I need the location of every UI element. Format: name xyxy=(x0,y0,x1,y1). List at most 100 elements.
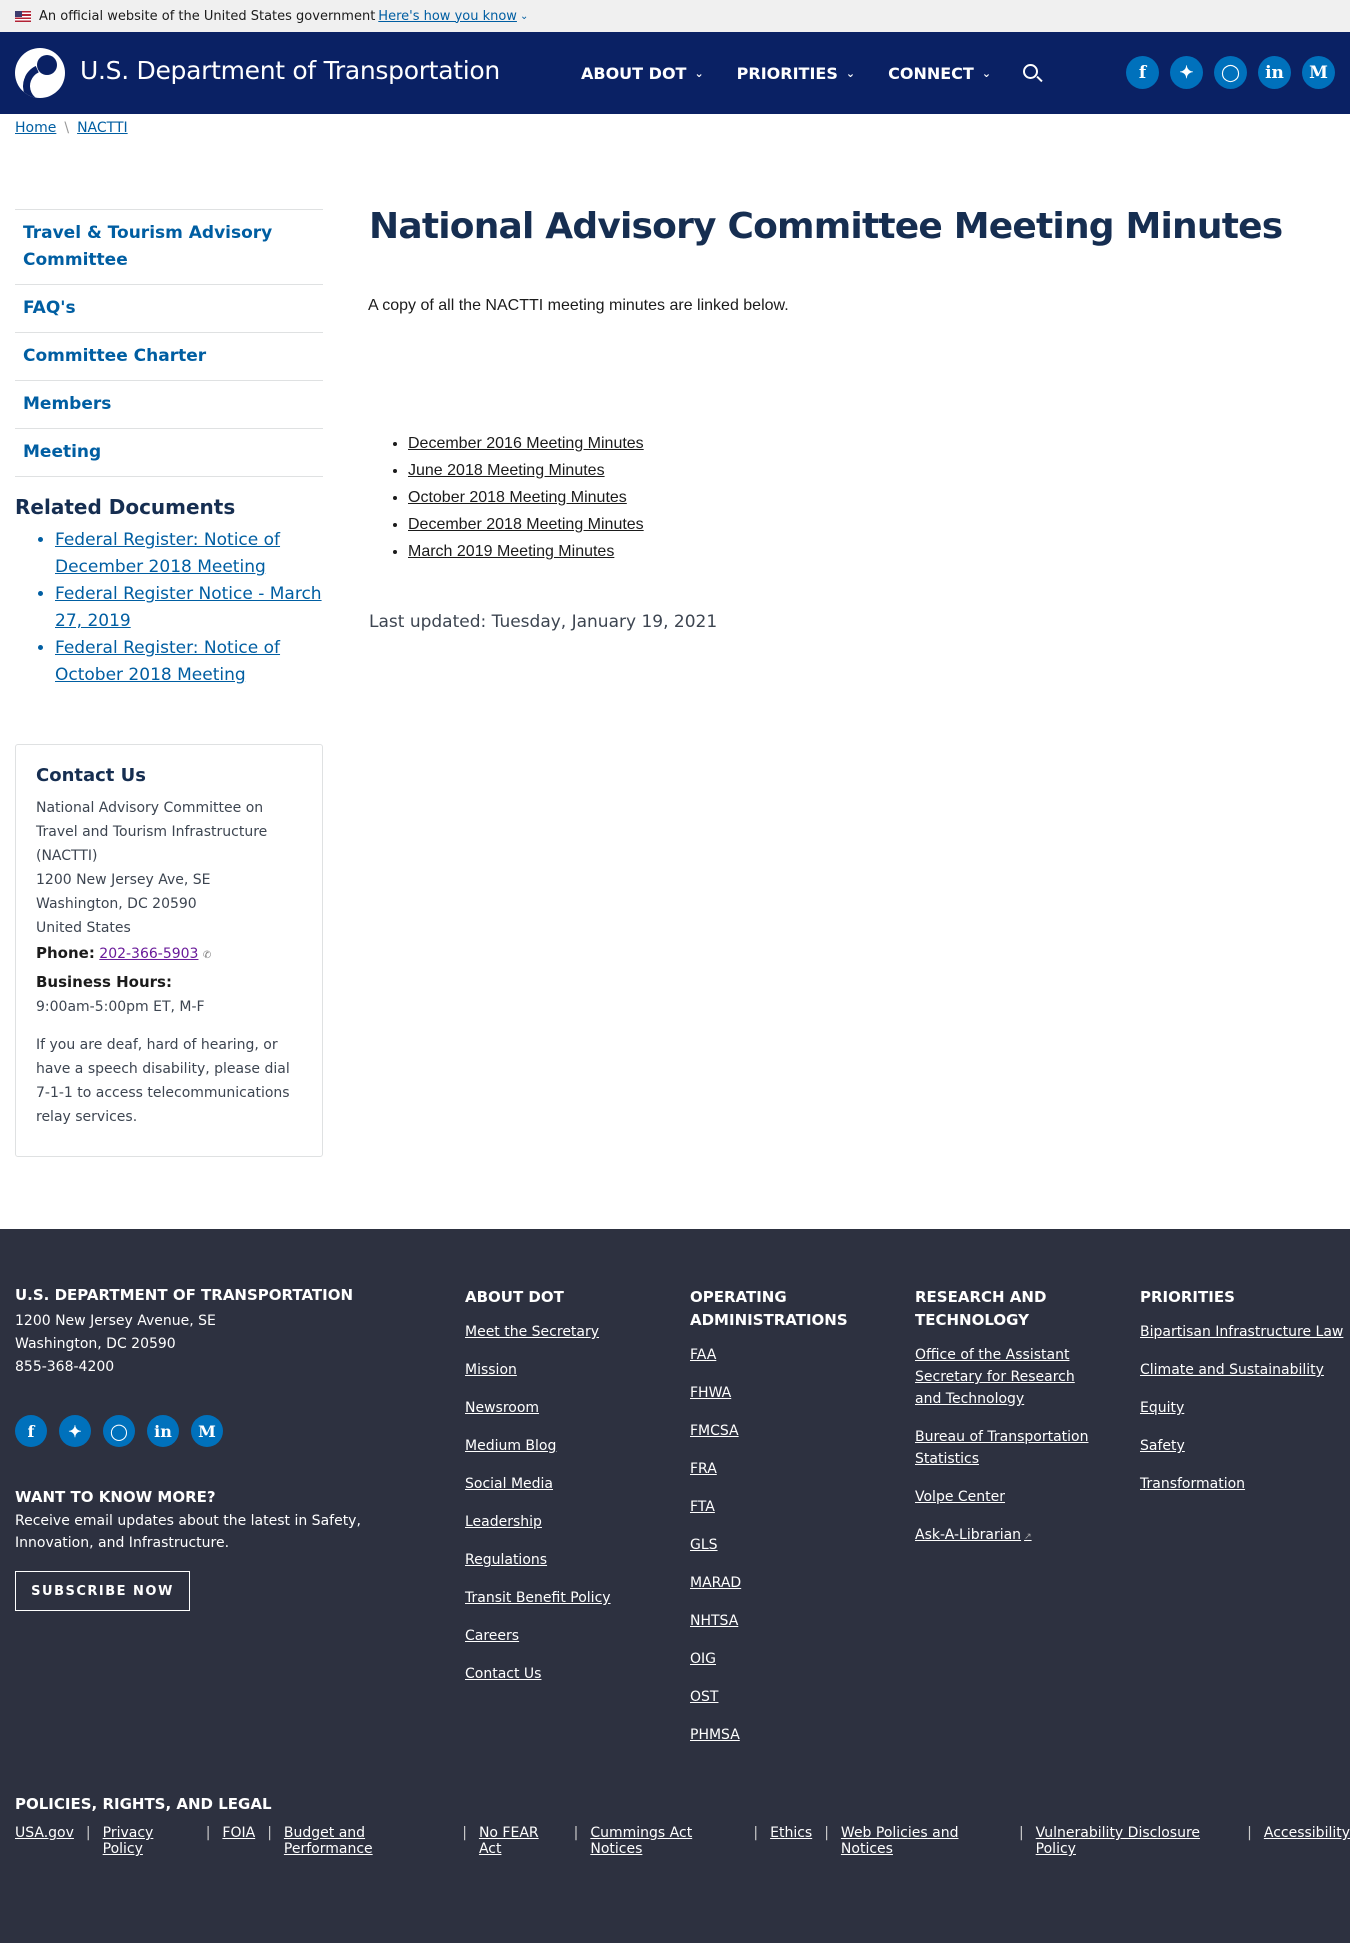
policy-link[interactable]: No FEAR Act xyxy=(479,1825,562,1857)
related-doc-link[interactable]: Federal Register Notice - March 27, 2019 xyxy=(55,584,322,631)
footer-link[interactable]: FMCSA xyxy=(690,1420,860,1442)
instagram-icon[interactable]: ◯ xyxy=(1214,56,1247,89)
minutes-link[interactable]: December 2018 Meeting Minutes xyxy=(408,516,644,533)
chevron-down-icon: ⌄ xyxy=(845,66,856,80)
last-updated: Last updated: Tuesday, January 19, 2021 xyxy=(369,612,718,632)
related-doc-link[interactable]: Federal Register: Notice of December 201… xyxy=(55,530,280,577)
list-item: Federal Register: Notice of October 2018… xyxy=(55,635,325,689)
chevron-down-icon: ⌄ xyxy=(981,66,992,80)
footer-link[interactable]: PHMSA xyxy=(690,1724,860,1746)
footer-link[interactable]: Ask-A-Librarian ↗ xyxy=(915,1524,1100,1548)
footer-link[interactable]: OST xyxy=(690,1686,860,1708)
policy-link[interactable]: Vulnerability Disclosure Policy xyxy=(1036,1825,1235,1857)
footer-link[interactable]: Medium Blog xyxy=(465,1435,665,1457)
contact-title: Contact Us xyxy=(36,765,147,786)
sidebar-item-meeting[interactable]: Meeting xyxy=(15,429,323,477)
footer-link[interactable]: Newsroom xyxy=(465,1397,665,1419)
minutes-link[interactable]: December 2016 Meeting Minutes xyxy=(408,435,644,452)
footer-org-title: U.S. DEPARTMENT OF TRANSPORTATION xyxy=(15,1286,354,1304)
footer-link[interactable]: FAA xyxy=(690,1344,860,1366)
site-footer: U.S. DEPARTMENT OF TRANSPORTATION 1200 N… xyxy=(0,1229,1350,1943)
footer-link[interactable]: FHWA xyxy=(690,1382,860,1404)
policy-link[interactable]: Web Policies and Notices xyxy=(841,1825,1007,1857)
footer-link[interactable]: Transit Benefit Policy xyxy=(465,1587,665,1609)
footer-social-links: f ✦ ◯ in M xyxy=(15,1415,235,1447)
footer-link[interactable]: Climate and Sustainability xyxy=(1140,1359,1345,1381)
breadcrumb-home[interactable]: Home xyxy=(15,120,56,136)
contact-org: National Advisory Committee on Travel an… xyxy=(36,800,268,864)
footer-link[interactable]: Equity xyxy=(1140,1397,1345,1419)
nav-connect[interactable]: CONNECT ⌄ xyxy=(888,64,991,83)
facebook-icon[interactable]: f xyxy=(1126,56,1159,89)
policy-link[interactable]: USA.gov xyxy=(15,1825,74,1857)
policy-link[interactable]: Budget and Performance xyxy=(284,1825,450,1857)
footer-link[interactable]: Bipartisan Infrastructure Law xyxy=(1140,1321,1345,1343)
twitter-icon[interactable]: ✦ xyxy=(59,1415,91,1447)
dot-logo-icon[interactable] xyxy=(15,48,65,98)
how-you-know-link[interactable]: Here's how you know xyxy=(378,9,517,24)
policy-link[interactable]: Cummings Act Notices xyxy=(590,1825,741,1857)
footer-col-operating: OPERATING ADMINISTRATIONS FAA FHWA FMCSA… xyxy=(690,1286,860,1762)
search-icon[interactable] xyxy=(1021,62,1043,84)
chevron-down-icon[interactable]: ⌄ xyxy=(520,11,528,22)
facebook-icon[interactable]: f xyxy=(15,1415,47,1447)
list-item: December 2016 Meeting Minutes xyxy=(408,430,644,457)
list-item: Federal Register Notice - March 27, 2019 xyxy=(55,581,325,635)
intro-text: A copy of all the NACTTI meeting minutes… xyxy=(368,297,789,314)
footer-link[interactable]: Office of the Assistant Secretary for Re… xyxy=(915,1344,1100,1410)
footer-link[interactable]: Volpe Center xyxy=(915,1486,1100,1508)
policy-link[interactable]: Privacy Policy xyxy=(103,1825,194,1857)
related-doc-link[interactable]: Federal Register: Notice of October 2018… xyxy=(55,638,280,685)
footer-link[interactable]: FRA xyxy=(690,1458,860,1480)
footer-link[interactable]: Careers xyxy=(465,1625,665,1647)
site-title[interactable]: U.S. Department of Transportation xyxy=(80,56,500,85)
footer-link[interactable]: Regulations xyxy=(465,1549,665,1571)
footer-link[interactable]: Transformation xyxy=(1140,1473,1345,1495)
footer-col-title: OPERATING ADMINISTRATIONS xyxy=(690,1288,848,1329)
nav-about-dot[interactable]: ABOUT DOT ⌄ xyxy=(581,64,704,83)
footer-link[interactable]: Meet the Secretary xyxy=(465,1321,665,1343)
medium-icon[interactable]: M xyxy=(191,1415,223,1447)
main-nav: ABOUT DOT ⌄ PRIORITIES ⌄ CONNECT ⌄ xyxy=(581,32,1024,114)
footer-col-title: PRIORITIES xyxy=(1140,1288,1235,1306)
sidebar-nav: Travel & Tourism Advisory Committee FAQ'… xyxy=(15,209,323,477)
sidebar-item-members[interactable]: Members xyxy=(15,381,323,429)
medium-icon[interactable]: M xyxy=(1302,56,1335,89)
linkedin-icon[interactable]: in xyxy=(1258,56,1291,89)
newsletter-text: Receive email updates about the latest i… xyxy=(15,1513,361,1551)
policy-link[interactable]: FOIA xyxy=(222,1825,255,1857)
footer-link[interactable]: Social Media xyxy=(465,1473,665,1495)
policy-link[interactable]: Accessibility xyxy=(1264,1825,1350,1857)
footer-link[interactable]: OIG xyxy=(690,1648,860,1670)
footer-link[interactable]: Contact Us xyxy=(465,1663,665,1685)
contact-street: 1200 New Jersey Ave, SE xyxy=(36,872,211,888)
footer-link[interactable]: MARAD xyxy=(690,1572,860,1594)
minutes-link[interactable]: October 2018 Meeting Minutes xyxy=(408,489,627,506)
minutes-link[interactable]: June 2018 Meeting Minutes xyxy=(408,462,605,479)
us-flag-icon xyxy=(15,10,31,22)
phone-link[interactable]: 202-366-5903 xyxy=(99,946,198,962)
footer-col-title: ABOUT DOT xyxy=(465,1288,564,1306)
footer-link[interactable]: Bureau of Transportation Statistics xyxy=(915,1426,1100,1470)
sidebar-item-charter[interactable]: Committee Charter xyxy=(15,333,323,381)
nav-priorities[interactable]: PRIORITIES ⌄ xyxy=(737,64,855,83)
footer-link[interactable]: Leadership xyxy=(465,1511,665,1533)
footer-policies: POLICIES, RIGHTS, AND LEGAL USA.gov | Pri… xyxy=(15,1795,1350,1857)
footer-link[interactable]: GLS xyxy=(690,1534,860,1556)
subscribe-button[interactable]: SUBSCRIBE NOW xyxy=(15,1571,190,1611)
breadcrumb-nactti[interactable]: NACTTI xyxy=(77,120,128,136)
minutes-link[interactable]: March 2019 Meeting Minutes xyxy=(408,543,614,560)
footer-link[interactable]: Mission xyxy=(465,1359,665,1381)
sidebar-item-committee[interactable]: Travel & Tourism Advisory Committee xyxy=(15,210,323,285)
footer-org: U.S. DEPARTMENT OF TRANSPORTATION 1200 N… xyxy=(15,1286,353,1379)
policy-link[interactable]: Ethics xyxy=(770,1825,812,1857)
linkedin-icon[interactable]: in xyxy=(147,1415,179,1447)
sidebar-item-faqs[interactable]: FAQ's xyxy=(15,285,323,333)
instagram-icon[interactable]: ◯ xyxy=(103,1415,135,1447)
policy-links: USA.gov | Privacy Policy | FOIA | Budget an… xyxy=(15,1825,1350,1857)
footer-link[interactable]: FTA xyxy=(690,1496,860,1518)
twitter-icon[interactable]: ✦ xyxy=(1170,56,1203,89)
list-item: March 2019 Meeting Minutes xyxy=(408,538,644,565)
footer-link[interactable]: NHTSA xyxy=(690,1610,860,1632)
footer-link[interactable]: Safety xyxy=(1140,1435,1345,1457)
